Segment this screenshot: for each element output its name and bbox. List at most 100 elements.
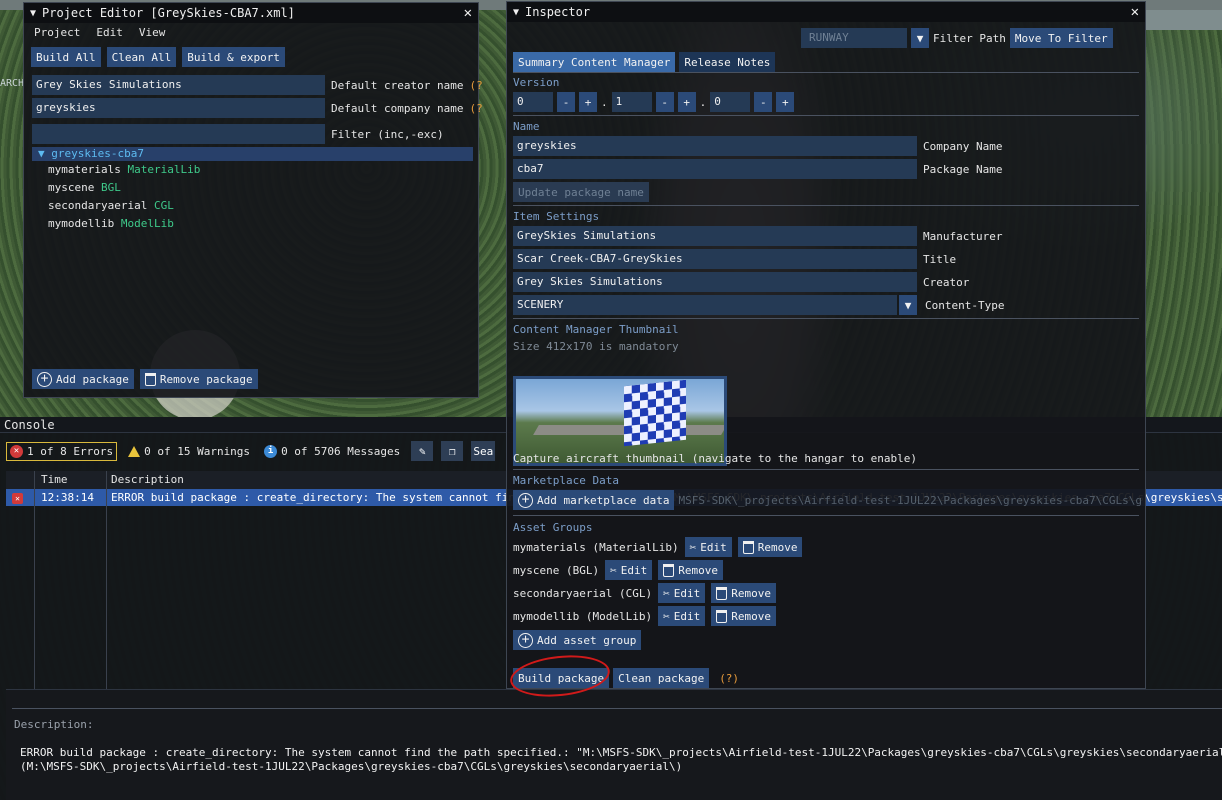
package-name-input[interactable]: cba7 (513, 159, 917, 179)
content-type-select[interactable]: SCENERY (513, 295, 897, 315)
header-spacer (6, 471, 34, 489)
menu-edit[interactable]: Edit (96, 26, 123, 39)
help-marker[interactable]: (?) (719, 672, 739, 685)
inspector-titlebar[interactable]: ▼ Inspector ✕ (507, 2, 1145, 22)
default-creator-label: Default creator name (331, 78, 464, 92)
version-major-input[interactable]: 0 (513, 92, 553, 112)
title-input[interactable]: Scar Creek-CBA7-GreySkies (513, 249, 917, 269)
asset-group-row: mymaterials (MaterialLib) ✂ Edit Remove (513, 537, 803, 557)
capture-thumbnail-text[interactable]: Capture aircraft thumbnail (navigate to … (513, 452, 917, 465)
version-major-increment[interactable]: + (579, 92, 597, 112)
collapse-triangle-icon[interactable]: ▼ (30, 8, 36, 19)
messages-count: 0 of 5706 Messages (281, 444, 401, 458)
version-minor-input[interactable]: 1 (611, 92, 652, 112)
menu-view[interactable]: View (139, 26, 166, 39)
warnings-filter[interactable]: 0 of 15 Warnings (125, 443, 253, 460)
tools-icon: ✂ (610, 563, 617, 577)
tree-item[interactable]: myscene BGL (32, 179, 473, 197)
help-marker[interactable]: (? (469, 102, 482, 115)
tree-root-package[interactable]: ▼ greyskies-cba7 (32, 147, 473, 161)
add-marketplace-data-button[interactable]: + Add marketplace data (513, 490, 675, 510)
edit-asset-button[interactable]: ✂ Edit (605, 560, 653, 580)
tab-summary-content-manager[interactable]: Summary Content Manager (513, 52, 676, 72)
remove-asset-button[interactable]: Remove (711, 606, 776, 626)
clean-all-button[interactable]: Clean All (106, 47, 177, 67)
errors-filter[interactable]: ✕ 1 of 8 Errors (6, 441, 118, 461)
edit-asset-button[interactable]: ✂ Edit (684, 537, 732, 557)
build-export-button[interactable]: Build & export (182, 47, 285, 67)
version-minor-decrement[interactable]: - (655, 92, 674, 112)
asset-group-label: mymaterials (MaterialLib) (513, 540, 679, 554)
company-name-input[interactable]: greyskies (513, 136, 917, 156)
filter-path-select[interactable]: RUNWAY (801, 28, 907, 48)
version-patch-increment[interactable]: + (776, 92, 795, 112)
description-line: ERROR build package : create_directory: … (20, 746, 1222, 759)
tree-root-label: greyskies-cba7 (51, 147, 144, 160)
version-patch-input[interactable]: 0 (710, 92, 751, 112)
help-marker[interactable]: (? (469, 79, 482, 92)
tree-item[interactable]: mymaterials MaterialLib (32, 161, 473, 179)
description-line: (M:\MSFS-SDK\_projects\Airfield-test-1JU… (20, 760, 683, 773)
build-all-button[interactable]: Build All (31, 47, 101, 67)
remove-label: Remove (731, 609, 771, 623)
manufacturer-input[interactable]: GreySkies Simulations (513, 226, 917, 246)
remove-asset-button[interactable]: Remove (658, 560, 723, 580)
column-time[interactable]: Time (34, 471, 106, 489)
remove-asset-button[interactable]: Remove (737, 537, 803, 557)
build-package-button[interactable]: Build package (513, 668, 610, 688)
update-package-row: Update package name (513, 182, 649, 202)
trash-icon (144, 372, 156, 386)
trash-icon (716, 609, 728, 623)
close-icon[interactable]: ✕ (1131, 4, 1139, 20)
tab-release-notes[interactable]: Release Notes (679, 52, 776, 72)
copy-icon[interactable]: ❐ (441, 441, 464, 461)
add-package-button[interactable]: + Add package (32, 369, 134, 389)
marketplace-section-label: Marketplace Data (513, 474, 619, 487)
creator-row: Grey Skies Simulations Creator (513, 272, 969, 292)
add-package-label: Add package (56, 372, 129, 386)
inspector-title: Inspector (525, 5, 591, 19)
row-status: ✕ (6, 489, 34, 506)
remove-package-button[interactable]: Remove package (139, 369, 258, 389)
filter-path-row: RUNWAY ▼ Filter Path Move To Filter (801, 28, 1113, 48)
chevron-down-icon[interactable]: ▼ (899, 295, 917, 315)
tree-item-name: secondaryaerial (48, 199, 148, 212)
default-company-input[interactable]: greyskies (32, 98, 325, 118)
edit-asset-button[interactable]: ✂ Edit (658, 606, 706, 626)
creator-input[interactable]: Grey Skies Simulations (513, 272, 917, 292)
tree-item-name: myscene (48, 181, 95, 194)
project-editor-titlebar[interactable]: ▼ Project Editor [GreySkies-CBA7.xml] ✕ (24, 3, 478, 23)
menu-project[interactable]: Project (34, 26, 80, 39)
name-section-label: Name (513, 120, 540, 133)
search-fragment[interactable]: Sea (471, 441, 496, 461)
tree-item[interactable]: mymodellib ModelLib (32, 215, 473, 233)
chevron-down-icon[interactable]: ▼ (38, 147, 45, 160)
divider (513, 318, 1139, 319)
collapse-triangle-icon[interactable]: ▼ (513, 7, 519, 18)
content-type-label: Content-Type (925, 298, 1005, 312)
eraser-icon[interactable]: ✎ (411, 441, 434, 461)
default-creator-input[interactable]: Grey Skies Simulations (32, 75, 325, 95)
move-to-filter-button[interactable]: Move To Filter (1009, 28, 1113, 48)
version-dot: . (601, 95, 608, 109)
trash-icon (663, 563, 675, 577)
filter-input[interactable] (32, 124, 325, 144)
version-patch-decrement[interactable]: - (754, 92, 773, 112)
asset-group-row: myscene (BGL) ✂ Edit Remove (513, 560, 723, 580)
messages-filter[interactable]: i 0 of 5706 Messages (261, 443, 403, 460)
divider (12, 708, 1222, 709)
edit-asset-button[interactable]: ✂ Edit (658, 583, 706, 603)
chevron-down-icon[interactable]: ▼ (911, 28, 929, 48)
close-icon[interactable]: ✕ (464, 5, 472, 21)
inspector-tabs: Summary Content Manager Release Notes (513, 52, 776, 72)
version-major-decrement[interactable]: - (557, 92, 575, 112)
version-minor-increment[interactable]: + (677, 92, 696, 112)
add-asset-group-button[interactable]: + Add asset group (513, 630, 642, 650)
world-runway-bar (1146, 10, 1222, 30)
clean-package-button[interactable]: Clean package (613, 668, 710, 688)
remove-asset-button[interactable]: Remove (711, 583, 776, 603)
update-package-name-button[interactable]: Update package name (513, 182, 649, 202)
tree-item[interactable]: secondaryaerial CGL (32, 197, 473, 215)
world-search-fragment: ARCH (0, 78, 25, 89)
creator-row: Grey Skies Simulations Default creator n… (32, 75, 483, 95)
